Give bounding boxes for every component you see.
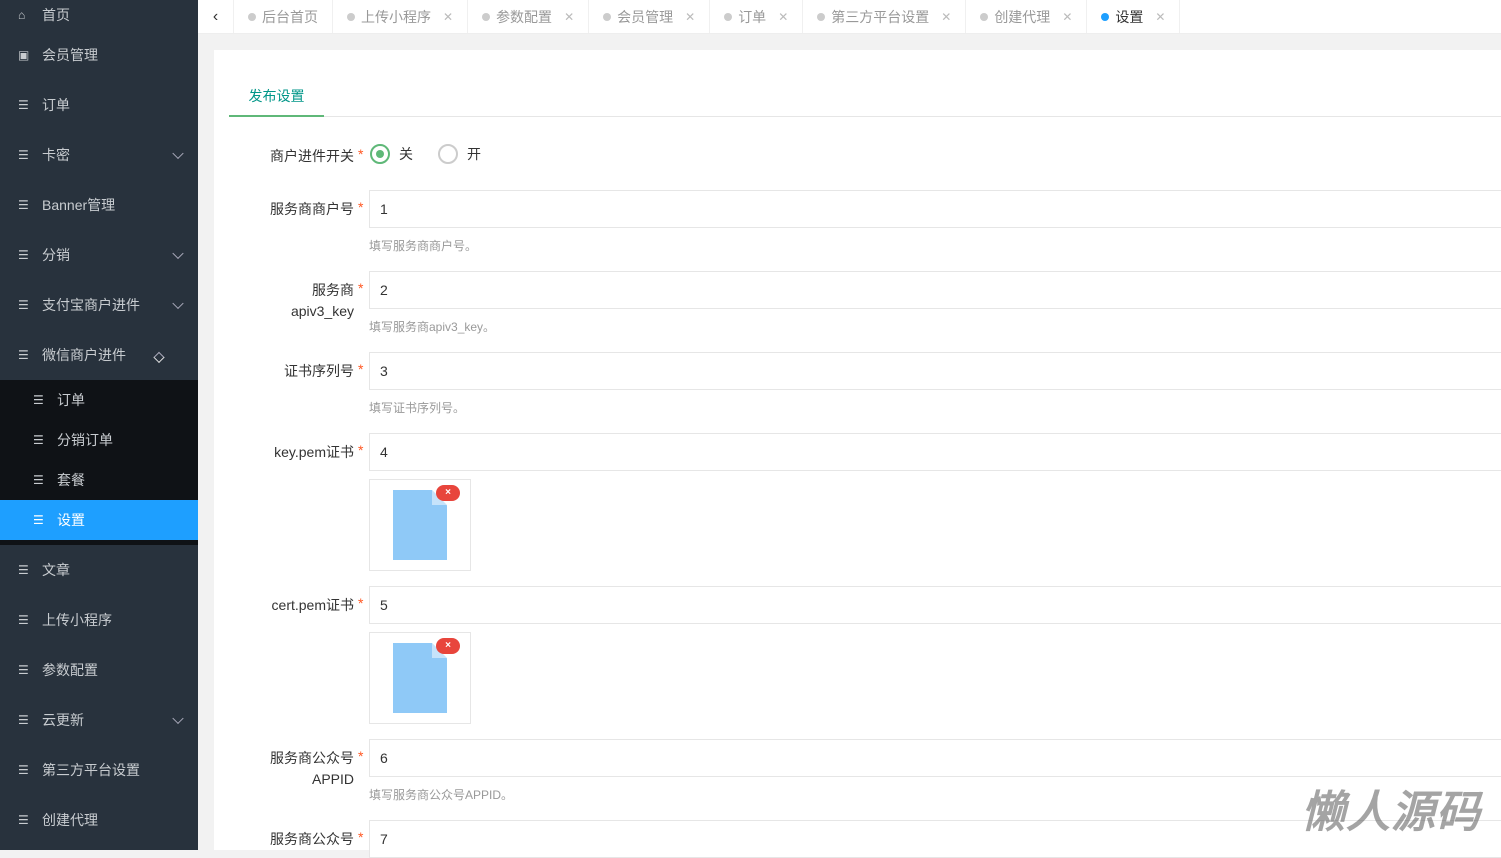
close-icon[interactable]: ✕ [564,10,574,24]
submenu-item-settings[interactable]: ☰ 设置 [0,500,198,540]
tab-create-agent[interactable]: 创建代理 ✕ [966,0,1088,33]
radio-checked-icon [370,144,390,164]
sidebar-item-upload-miniapp[interactable]: ☰ 上传小程序 [0,595,198,645]
tab-dashboard[interactable]: 后台首页 [234,0,333,33]
cert-pem-upload[interactable]: × [369,632,471,724]
sidebar-item-wechat[interactable]: ☰ 微信商户进件 [0,330,198,380]
close-icon[interactable]: ✕ [1062,10,1072,24]
list-icon: ☰ [18,713,29,727]
cert-serial-input[interactable]: 3 [369,352,1501,390]
home-icon: ⌂ [18,8,26,22]
list-icon: ☰ [18,763,29,777]
list-icon: ☰ [33,513,44,527]
watermark: 懒人源码 [1301,788,1481,837]
dot-icon [248,12,256,21]
dot-icon [980,12,989,21]
list-icon: ☰ [18,98,29,112]
close-icon[interactable]: ✕ [778,10,788,24]
tabs-back-button[interactable]: ‹ [198,0,234,33]
dot-icon [603,12,612,21]
key-pem-upload[interactable]: × [369,479,471,571]
cert-pem-input[interactable]: 5 [369,586,1501,624]
dot-icon [817,12,826,21]
key-pem-input[interactable]: 4 [369,433,1501,471]
list-icon: ☰ [33,473,44,487]
member-icon: ▣ [18,48,30,62]
submenu-item-packages[interactable]: ☰ 套餐 [0,460,198,500]
tab-upload-miniapp[interactable]: 上传小程序 ✕ [333,0,469,33]
mp-appid-input[interactable]: 6 [369,739,1501,777]
settings-card: 发布设置 商户进件开关 * 关 开 服务商商户号 * 1 填写服务商商户号。 服务商… [214,50,1501,858]
list-icon: ☰ [18,148,29,162]
list-icon: ☰ [18,248,29,262]
tab-third-party[interactable]: 第三方平台设置 ✕ [803,0,967,33]
list-icon: ☰ [18,563,29,577]
sidebar-item-create-agent[interactable]: ☰ 创建代理 [0,795,198,845]
sidebar-item-articles[interactable]: ☰ 文章 [0,545,198,595]
tab-bar: ‹ 后台首页 上传小程序 ✕ 参数配置 ✕ 会员管理 ✕ 订单 ✕ 第三方平台设置 ✕ 创… [198,0,1501,34]
sidebar-item-distribution[interactable]: ☰ 分销 [0,230,198,280]
merchant-id-input[interactable]: 1 [369,190,1501,228]
dot-icon [347,12,355,21]
radio-unchecked-icon [438,144,458,164]
sidebar-item-third-party[interactable]: ☰ 第三方平台设置 [0,745,198,795]
chevron-down-icon [172,297,184,310]
list-icon: ☰ [18,663,29,677]
wechat-submenu: ☰ 订单 ☰ 分销订单 ☰ 套餐 ☰ 设置 [0,380,198,545]
sidebar-item-alipay[interactable]: ☰ 支付宝商户进件 [0,280,198,330]
close-icon[interactable]: ✕ [1155,10,1165,24]
tab-orders[interactable]: 订单 ✕ [710,0,804,33]
list-icon: ☰ [18,613,29,627]
sidebar-item-home[interactable]: ⌂ 首页 [0,0,198,30]
content-tabs: 发布设置 [229,78,1501,117]
submenu-item-distribution-orders[interactable]: ☰ 分销订单 [0,420,198,460]
chevron-down-icon [172,247,184,260]
tab-settings[interactable]: 设置 ✕ [1087,0,1181,33]
sidebar-item-members[interactable]: ▣ 会员管理 [0,30,198,80]
list-icon: ☰ [33,433,44,447]
radio-on[interactable]: 开 [438,144,481,164]
tab-members[interactable]: 会员管理 ✕ [589,0,711,33]
sidebar-item-banner[interactable]: ☰ Banner管理 [0,180,198,230]
sidebar-item-orders[interactable]: ☰ 订单 [0,80,198,130]
chevron-left-icon: ‹ [212,7,219,25]
list-icon: ☰ [18,348,29,362]
dot-icon [1101,12,1110,21]
tab-publish-settings[interactable]: 发布设置 [229,78,324,117]
dot-icon [724,12,733,21]
sidebar-item-cards[interactable]: ☰ 卡密 [0,130,198,180]
submenu-item-orders[interactable]: ☰ 订单 [0,380,198,420]
chevron-down-icon [172,147,184,160]
list-icon: ☰ [33,393,44,407]
close-icon[interactable]: ✕ [685,10,695,24]
chevron-up-icon [153,351,165,364]
list-icon: ☰ [18,198,29,212]
dot-icon [482,12,491,21]
close-icon[interactable]: ✕ [443,10,453,24]
delete-file-button[interactable]: × [436,638,460,654]
sidebar: ⌂ 首页 ▣ 会员管理 ☰ 订单 ☰ 卡密 ☰ Banner管理 ☰ 分销 ☰ 支付宝商户进件… [0,0,198,850]
close-icon[interactable]: ✕ [941,10,951,24]
delete-file-button[interactable]: × [436,485,460,501]
sidebar-item-cloud-update[interactable]: ☰ 云更新 [0,695,198,745]
radio-off[interactable]: 关 [370,144,413,164]
apiv3-key-input[interactable]: 2 [369,271,1501,309]
sidebar-item-params[interactable]: ☰ 参数配置 [0,645,198,695]
list-icon: ☰ [18,298,29,312]
tab-params[interactable]: 参数配置 ✕ [468,0,590,33]
chevron-down-icon [172,712,184,725]
list-icon: ☰ [18,813,29,827]
